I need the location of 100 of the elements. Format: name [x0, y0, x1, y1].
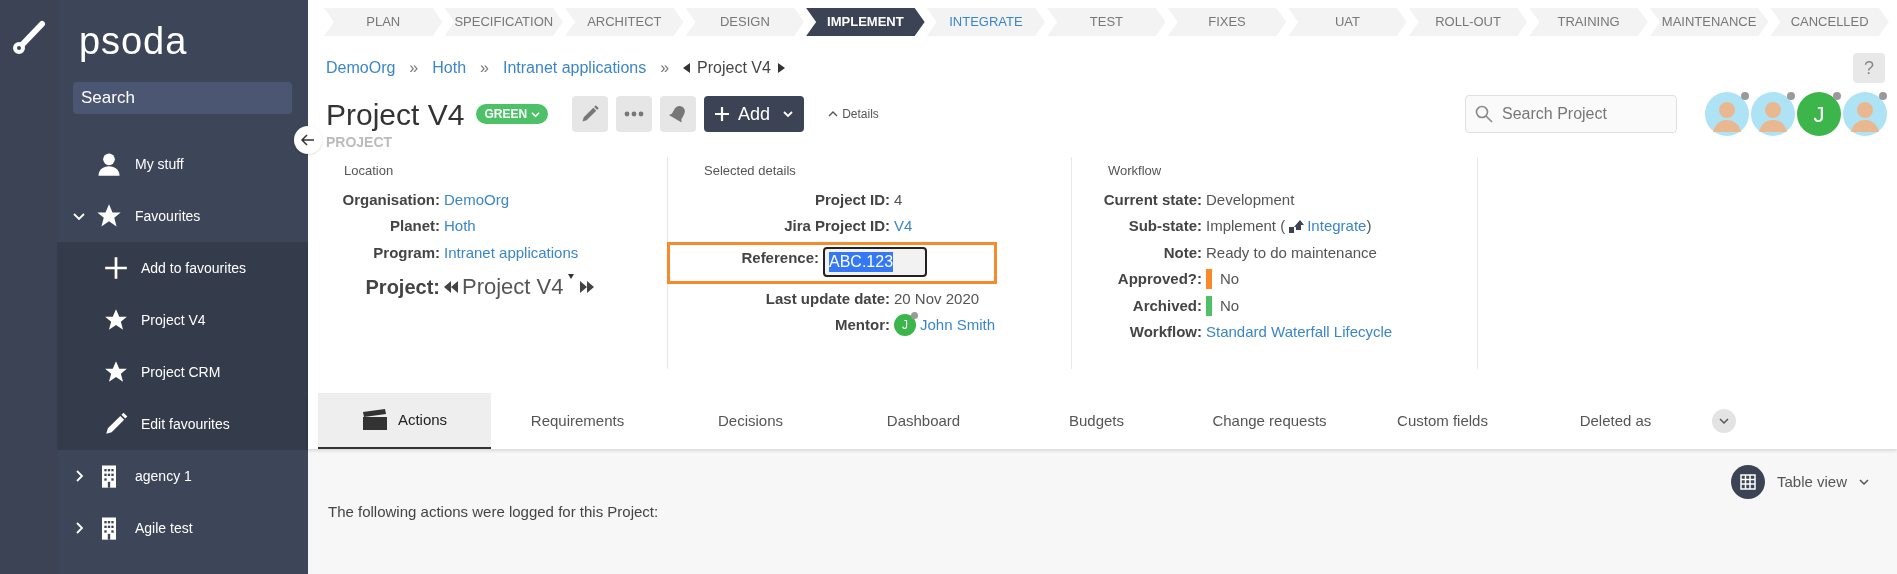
- workflow-stage[interactable]: IMPLEMENT: [806, 8, 925, 36]
- section-heading: Selected details: [704, 162, 797, 180]
- search-icon: [1475, 105, 1493, 123]
- brand-logo[interactable]: psoda: [79, 12, 188, 70]
- closing-paren: ): [1366, 216, 1372, 236]
- field-label: Organisation:: [341, 189, 441, 210]
- workflow-stage[interactable]: INTEGRATE: [926, 8, 1046, 36]
- field-label: Note:: [1162, 242, 1203, 263]
- substate-link[interactable]: Integrate: [1307, 215, 1367, 238]
- avatar[interactable]: J: [1797, 92, 1841, 136]
- table-icon: [1739, 474, 1756, 490]
- avatar[interactable]: [1705, 92, 1749, 136]
- caret-up-icon: [828, 109, 839, 119]
- avatar[interactable]: [1843, 92, 1887, 136]
- field-label: Project ID:: [814, 189, 891, 210]
- caret-icon: [782, 108, 795, 120]
- next-icon[interactable]: [776, 63, 785, 73]
- plus-icon: [714, 106, 731, 122]
- view-selector[interactable]: Table view: [1730, 465, 1869, 499]
- field-value[interactable]: V4: [894, 215, 913, 238]
- field-label: Jira Project ID:: [783, 216, 891, 236]
- mentor-avatar[interactable]: J: [894, 314, 916, 337]
- breadcrumb-link[interactable]: DemoOrg: [326, 56, 396, 80]
- project-search-field[interactable]: Search Project: [1465, 95, 1677, 133]
- arrow-up-icon: [1288, 218, 1305, 235]
- field-value: Ready to do maintenance: [1206, 242, 1377, 263]
- tab[interactable]: Change requests: [1183, 393, 1356, 449]
- details-toggle[interactable]: Details: [828, 105, 879, 123]
- edit-button[interactable]: [572, 96, 609, 132]
- field-value[interactable]: DemoOrg: [444, 188, 510, 211]
- notifications-button[interactable]: [660, 96, 697, 132]
- first-icon[interactable]: [444, 280, 458, 293]
- tab[interactable]: Decisions: [664, 393, 837, 449]
- tab[interactable]: Requirements: [491, 393, 664, 449]
- pencil-icon: [103, 411, 129, 437]
- actions-message: The following actions were logged for this Project:: [328, 502, 660, 522]
- project-type-label: PROJECT: [325, 133, 394, 152]
- workflow-stage[interactable]: PLAN: [324, 8, 443, 36]
- workflow-stage[interactable]: TRAINING: [1529, 8, 1648, 36]
- avatar[interactable]: [1751, 92, 1795, 136]
- workflow-stage[interactable]: CANCELLED: [1770, 8, 1889, 36]
- field-value: No: [1220, 269, 1240, 289]
- breadcrumb-separator: »: [660, 58, 670, 78]
- breadcrumb-current: Project V4: [697, 58, 771, 78]
- status-badge[interactable]: GREEN: [476, 104, 549, 124]
- more-tabs-button[interactable]: [1712, 409, 1736, 433]
- field-label: Last update date:: [764, 288, 891, 309]
- sidebar-item[interactable]: Project V4: [57, 294, 308, 346]
- caret-icon[interactable]: [567, 274, 574, 279]
- clapperboard-icon: [361, 409, 388, 431]
- more-button[interactable]: [616, 96, 653, 132]
- field-label: Planet:: [389, 216, 441, 236]
- sidebar-item[interactable]: Edit favourites: [57, 398, 308, 450]
- add-button[interactable]: Add: [704, 96, 805, 132]
- caret-icon: [531, 109, 541, 119]
- chevron-down-icon: [1719, 416, 1729, 426]
- workflow-stage[interactable]: DESIGN: [685, 8, 805, 36]
- breadcrumb-link[interactable]: Hoth: [432, 56, 467, 80]
- field-label: Mentor:: [834, 315, 891, 335]
- sidebar-item[interactable]: Agile test: [57, 502, 308, 554]
- field-label: Project:: [364, 274, 441, 300]
- workflow-stage[interactable]: TEST: [1047, 8, 1166, 36]
- collapse-sidebar-button[interactable]: [294, 126, 322, 154]
- field-value[interactable]: Hoth: [444, 215, 476, 238]
- tab[interactable]: Budgets: [1010, 393, 1183, 449]
- workflow-stage[interactable]: FIXES: [1167, 8, 1287, 36]
- field-label: Approved?:: [1116, 269, 1203, 289]
- workflow-stage[interactable]: ARCHITECT: [565, 8, 684, 36]
- workflow-stage[interactable]: ROLL-OUT: [1408, 8, 1528, 36]
- last-icon[interactable]: [579, 280, 594, 293]
- tab[interactable]: Actions: [318, 393, 491, 449]
- workflow-stage[interactable]: MAINTENANCE: [1649, 8, 1769, 36]
- previous-icon[interactable]: [683, 63, 692, 73]
- tab[interactable]: Deleted as: [1529, 393, 1702, 449]
- reference-field[interactable]: ABC.123: [823, 246, 927, 277]
- ellipsis-icon: [624, 111, 645, 117]
- field-value: 4: [894, 189, 903, 210]
- field-value[interactable]: John Smith: [920, 314, 996, 337]
- workflow-stage[interactable]: SPECIFICATION: [444, 8, 564, 36]
- breadcrumb-separator: »: [480, 58, 489, 78]
- caret-icon: [1859, 477, 1869, 487]
- search-field[interactable]: Search: [73, 82, 292, 114]
- field-label: Workflow:: [1128, 322, 1203, 342]
- field-label: Sub-state:: [1127, 216, 1203, 236]
- workflow-stage[interactable]: UAT: [1288, 8, 1407, 36]
- field-label: Reference:: [740, 247, 820, 268]
- sidebar-item[interactable]: Add to favourites: [57, 242, 308, 294]
- field-label: Program:: [372, 242, 441, 263]
- project-selector[interactable]: Project V4: [462, 270, 564, 303]
- sidebar-item[interactable]: Project CRM: [57, 346, 308, 398]
- tab[interactable]: Dashboard: [837, 393, 1010, 449]
- breadcrumb-link[interactable]: Intranet applications: [502, 56, 647, 80]
- sidebar-item[interactable]: agency 1: [57, 450, 308, 502]
- field-value[interactable]: Intranet applications: [444, 241, 579, 264]
- sidebar-item[interactable]: Favourites: [57, 190, 308, 242]
- field-value: Development: [1206, 189, 1295, 210]
- workflow-link[interactable]: Standard Waterfall Lifecycle: [1206, 321, 1393, 344]
- sidebar-item[interactable]: My stuff: [57, 138, 308, 190]
- tab[interactable]: Custom fields: [1356, 393, 1529, 449]
- help-button[interactable]: ?: [1853, 53, 1885, 83]
